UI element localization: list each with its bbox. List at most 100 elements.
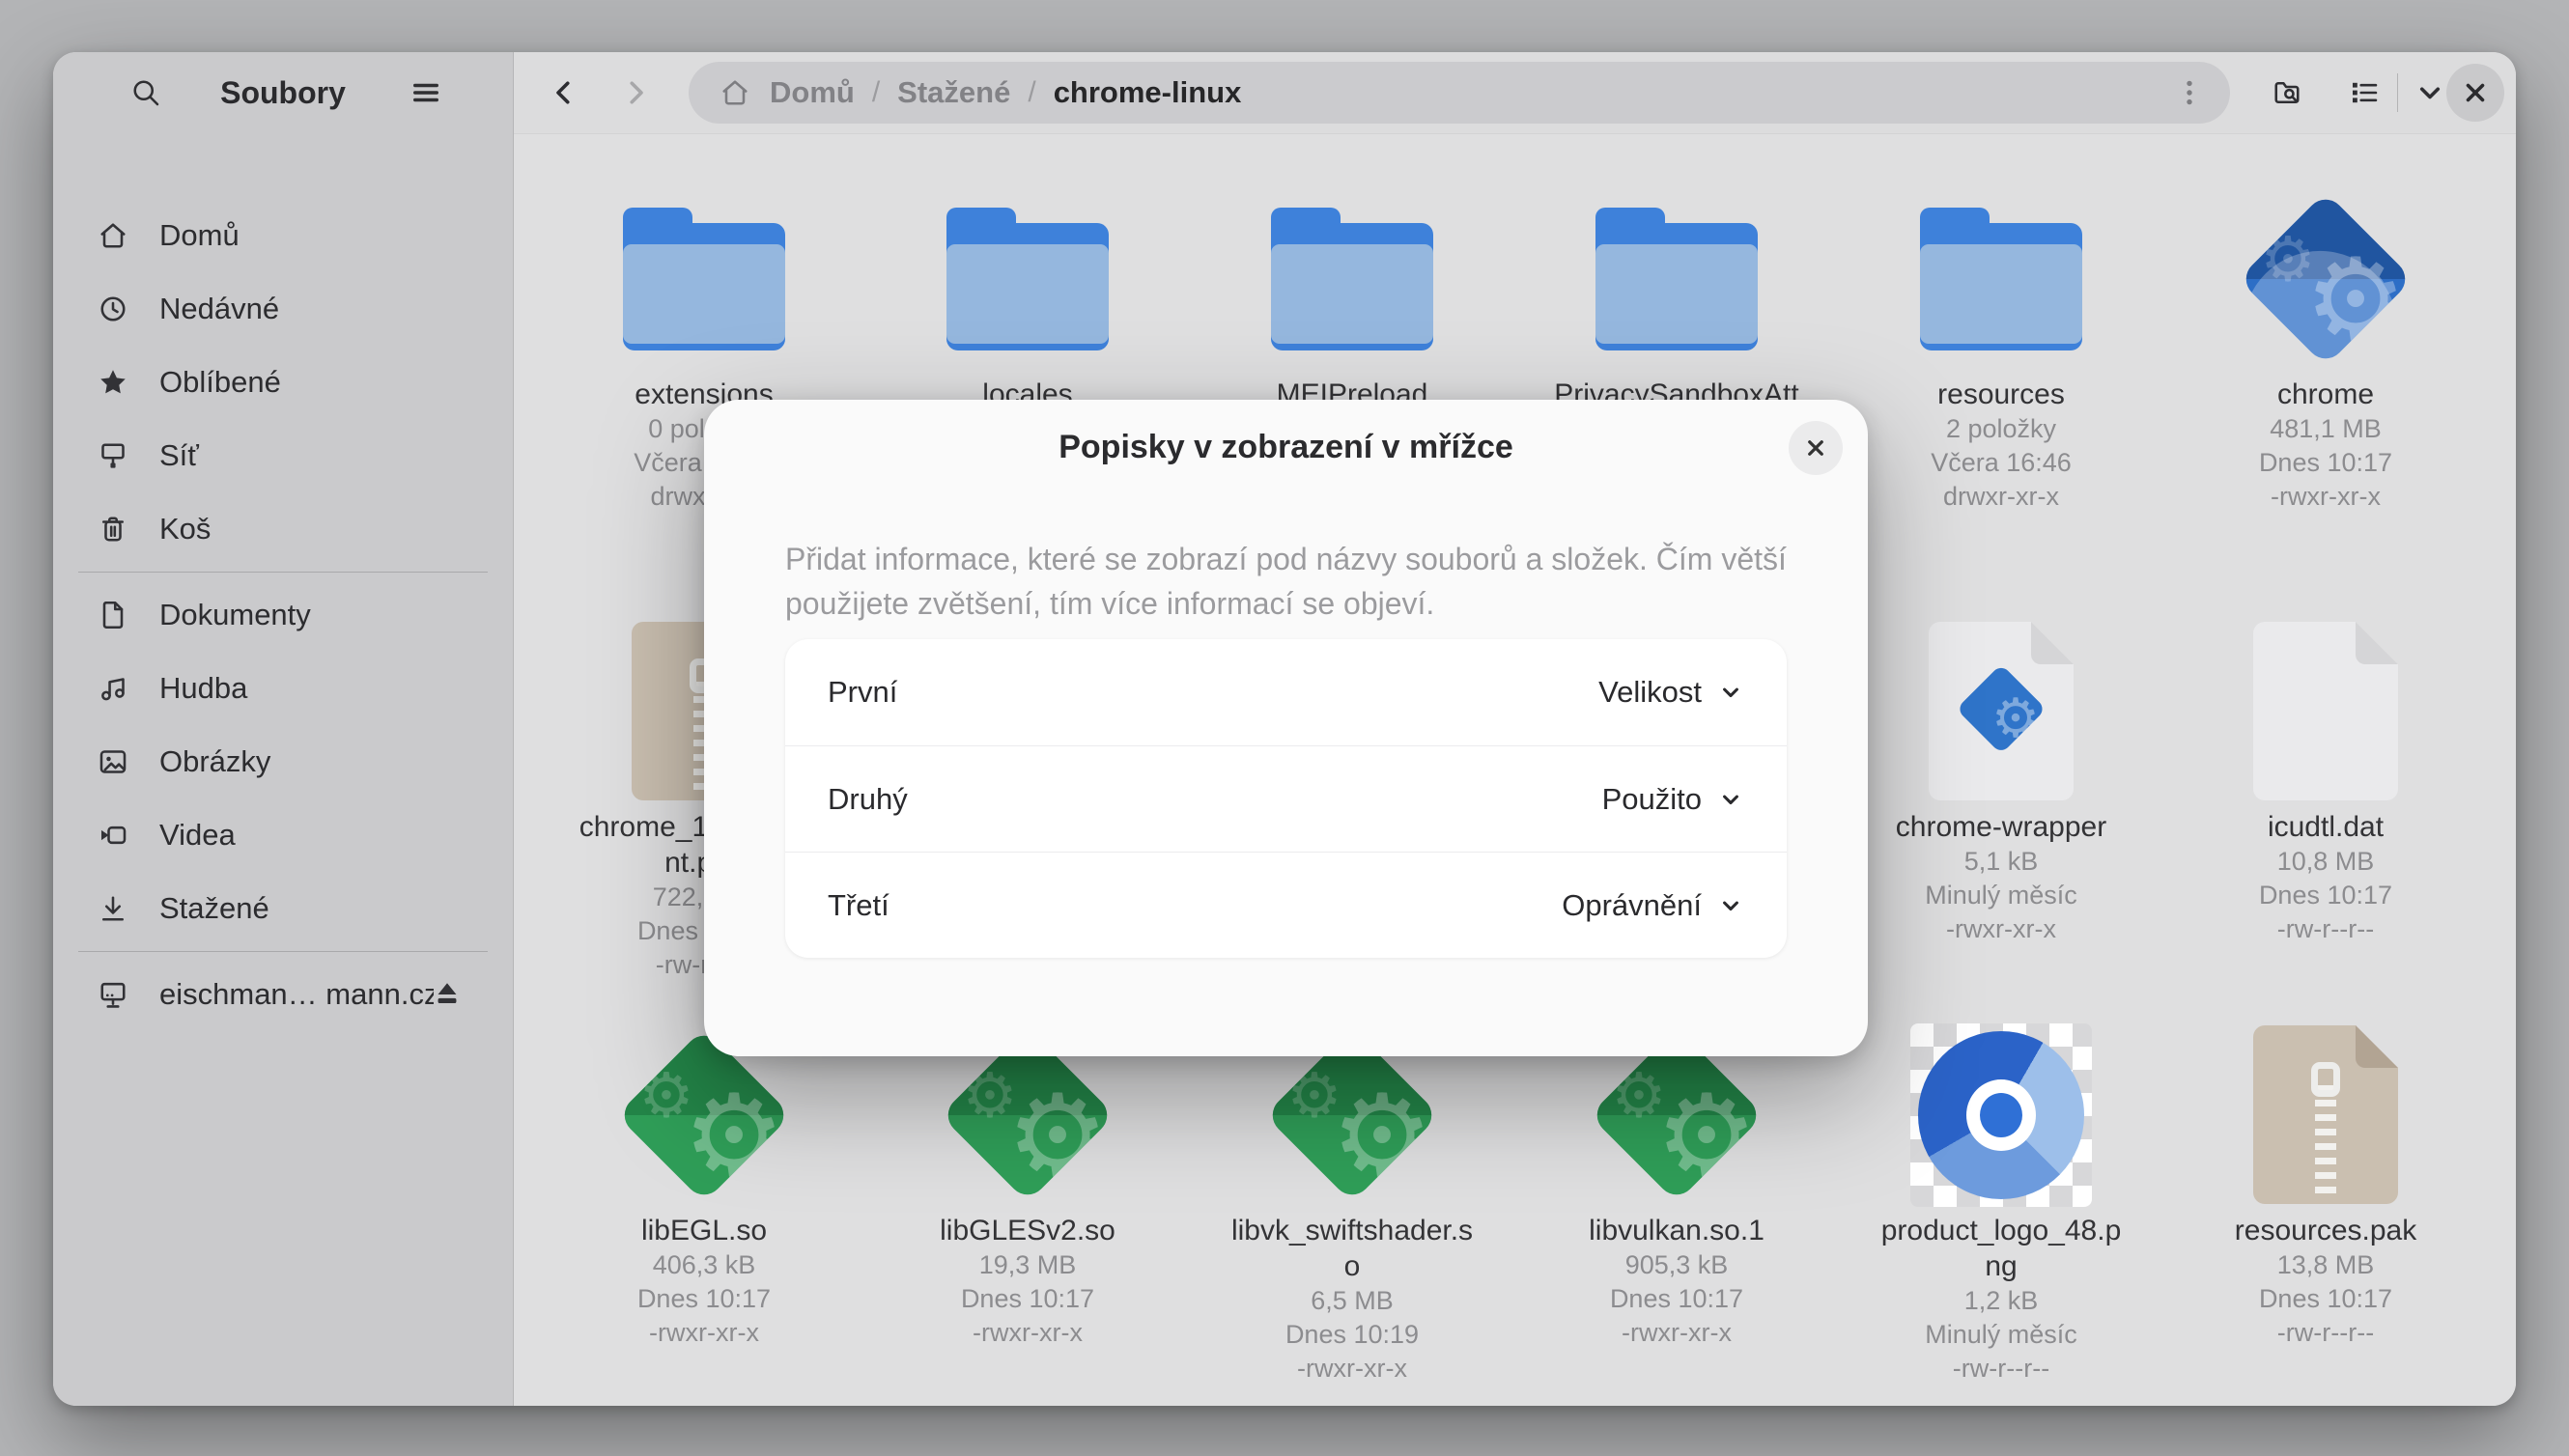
caption-row-1[interactable]: PrvníVelikost	[785, 639, 1787, 745]
close-icon	[2458, 75, 2493, 110]
file-locales[interactable]: locales	[868, 194, 1187, 412]
breadcrumb-chrome-linux[interactable]: chrome-linux	[1054, 75, 1242, 110]
file-name: chrome	[2166, 377, 2485, 412]
file-caption: -rw-r--r--	[2166, 1316, 2485, 1350]
file-name: icudtl.dat	[2166, 809, 2485, 845]
eject-button[interactable]	[434, 967, 488, 1022]
home-icon	[718, 75, 752, 110]
dropdown-chevron-icon[interactable]	[1717, 786, 1744, 813]
file-icon-box	[2166, 627, 2485, 796]
sidebar-item-videos[interactable]: Videa	[69, 798, 497, 872]
sidebar-item-label: Obrázky	[159, 744, 488, 779]
main-menu-button[interactable]	[399, 66, 453, 120]
breadcrumb-separator: /	[1028, 76, 1035, 109]
file-libegl-so[interactable]: ⚙⚙libEGL.so406,3 kBDnes 10:17-rwxr-xr-x	[545, 1030, 863, 1350]
file-caption: drwxr-xr-x	[1842, 480, 2160, 514]
sidebar-item-label: Oblíbené	[159, 365, 488, 400]
sidebar-item-mount[interactable]: eischman… mann.cz	[69, 958, 497, 1031]
sidebar-item-recent[interactable]: Nedávné	[69, 272, 497, 346]
file-icon-box	[1517, 194, 1836, 363]
file-caption: 406,3 kB	[545, 1248, 863, 1282]
folder-icon	[1271, 208, 1433, 350]
file-caption: Minulý měsíc	[1842, 879, 2160, 912]
sidebar-item-starred[interactable]: Oblíbené	[69, 346, 497, 419]
file-privacysandbox[interactable]: PrivacySandboxAtt	[1517, 194, 1836, 412]
drive-icon	[94, 975, 132, 1014]
eject-icon	[428, 975, 466, 1014]
sidebar-item-music[interactable]: Hudba	[69, 652, 497, 725]
file-caption: 2 položky	[1842, 412, 2160, 446]
file-icon-box	[868, 194, 1187, 363]
archive-icon	[2253, 1025, 2398, 1204]
file-caption: Dnes 10:17	[868, 1282, 1187, 1316]
folder-icon	[1595, 208, 1758, 350]
dialog-close-button[interactable]	[1789, 421, 1843, 475]
forward-button[interactable]	[608, 66, 663, 120]
breadcrumb-downloads[interactable]: Stažené	[897, 75, 1010, 110]
file-chrome-wrapper[interactable]: ⚙chrome-wrapper5,1 kBMinulý měsíc-rwxr-x…	[1842, 627, 2160, 946]
trash-icon	[94, 510, 132, 548]
caption-row-value: Použito	[1602, 782, 1702, 817]
file-icon-box	[1842, 194, 2160, 363]
file-caption: Dnes 10:17	[545, 1282, 863, 1316]
sidebar-item-label: Dokumenty	[159, 598, 488, 632]
window-close-button[interactable]	[2446, 64, 2504, 122]
file-name: resources.pak	[2166, 1213, 2485, 1248]
back-button[interactable]	[537, 66, 591, 120]
sidebar-item-downloads[interactable]: Stažené	[69, 872, 497, 945]
file-resources[interactable]: resources2 položkyVčera 16:46drwxr-xr-x	[1842, 194, 2160, 514]
file-chrome[interactable]: ⚙⚙chrome481,1 MBDnes 10:17-rwxr-xr-x	[2166, 194, 2485, 514]
list-view-icon	[2347, 75, 2382, 110]
file-libvk-swiftshader-so[interactable]: ⚙⚙libvk_swiftshader.so6,5 MBDnes 10:19-r…	[1193, 1030, 1511, 1386]
image-icon	[94, 742, 132, 781]
list-view-toggle-button[interactable]	[2335, 66, 2393, 120]
dialog-description: Přidat informace, které se zobrazí pod n…	[785, 537, 1805, 626]
file-caption: 481,1 MB	[2166, 412, 2485, 446]
file-caption: 13,8 MB	[2166, 1248, 2485, 1282]
caption-row-3[interactable]: TřetíOprávnění	[785, 852, 1787, 958]
file-caption: Dnes 10:17	[2166, 879, 2485, 912]
file-icon-box	[1193, 194, 1511, 363]
file-caption: Minulý měsíc	[1842, 1318, 2160, 1352]
sidebar-divider	[78, 951, 488, 952]
sidebar-item-home[interactable]: Domů	[69, 199, 497, 272]
sidebar-item-label: Videa	[159, 818, 488, 853]
sidebar-item-documents[interactable]: Dokumenty	[69, 578, 497, 652]
music-icon	[94, 669, 132, 708]
file-meipreload[interactable]: MEIPreload	[1193, 194, 1511, 412]
path-bar: Domů/Stažené/chrome-linux	[689, 62, 2230, 124]
caption-settings-card: PrvníVelikostDruhýPoužitoTřetíOprávnění	[785, 639, 1787, 958]
file-resources-pak[interactable]: resources.pak13,8 MBDnes 10:17-rw-r--r--	[2166, 1030, 2485, 1350]
caption-row-2[interactable]: DruhýPoužito	[785, 745, 1787, 852]
sidebar-item-label: Hudba	[159, 671, 488, 706]
file-icon-box	[1842, 1030, 2160, 1199]
file-icon	[2253, 622, 2398, 800]
file-caption: -rwxr-xr-x	[1193, 1352, 1511, 1386]
file-name: libvk_swiftshader.so	[1193, 1213, 1511, 1284]
file-caption: 905,3 kB	[1517, 1248, 1836, 1282]
file-caption: 5,1 kB	[1842, 845, 2160, 879]
close-icon	[1801, 434, 1830, 462]
sidebar-item-pictures[interactable]: Obrázky	[69, 725, 497, 798]
sidebar: Soubory DomůNedávnéOblíbenéSíťKošDokumen…	[53, 52, 514, 1406]
back-icon	[547, 75, 581, 110]
dropdown-chevron-icon[interactable]	[1717, 892, 1744, 919]
dialog-title: Popisky v zobrazení v mřížce	[820, 429, 1752, 466]
breadcrumb-home[interactable]: Domů	[770, 75, 855, 110]
script-file-icon: ⚙	[1929, 622, 2074, 800]
file-product-logo-48-png[interactable]: product_logo_48.png1,2 kBMinulý měsíc-rw…	[1842, 1030, 2160, 1386]
sidebar-item-trash[interactable]: Koš	[69, 492, 497, 566]
file-icudtl-dat[interactable]: icudtl.dat10,8 MBDnes 10:17-rw-r--r--	[2166, 627, 2485, 946]
file-libvulkan-so-1[interactable]: ⚙⚙libvulkan.so.1905,3 kBDnes 10:17-rwxr-…	[1517, 1030, 1836, 1350]
folder-menu-button[interactable]	[2162, 66, 2216, 120]
file-caption: 10,8 MB	[2166, 845, 2485, 879]
caption-row-value: Velikost	[1598, 675, 1702, 710]
file-name: libGLESv2.so	[868, 1213, 1187, 1248]
search-folder-button[interactable]	[2258, 66, 2316, 120]
file-libglesv2-so[interactable]: ⚙⚙libGLESv2.so19,3 MBDnes 10:17-rwxr-xr-…	[868, 1030, 1187, 1350]
sidebar-item-network[interactable]: Síť	[69, 419, 497, 492]
folder-icon	[623, 208, 785, 350]
home-icon	[94, 216, 132, 255]
dropdown-chevron-icon[interactable]	[1717, 679, 1744, 706]
sidebar-item-label: Síť	[159, 438, 488, 473]
